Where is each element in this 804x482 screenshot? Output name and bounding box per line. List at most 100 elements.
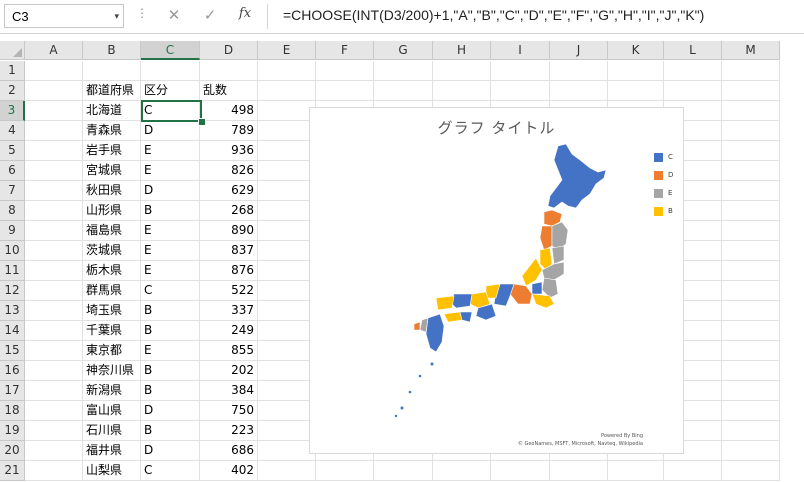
chevron-down-icon[interactable]: ▾ [114,12,119,22]
cell-b10[interactable]: 茨城県 [83,241,141,261]
row-header-5[interactable]: 5 [0,141,25,161]
cell-b6[interactable]: 宮城県 [83,161,141,181]
cell-b9[interactable]: 福島県 [83,221,141,241]
cell-b2[interactable]: 都道府県 [83,81,141,101]
cell-b4[interactable]: 青森県 [83,121,141,141]
cell-l21[interactable] [664,461,722,481]
cell-b19[interactable]: 石川県 [83,421,141,441]
cell-c5[interactable]: E [141,141,200,161]
cell-d9[interactable]: 890 [200,221,258,241]
cell-e12[interactable] [258,281,316,301]
cell-a10[interactable] [25,241,83,261]
cell-a11[interactable] [25,261,83,281]
cell-m9[interactable] [722,221,780,241]
cell-a5[interactable] [25,141,83,161]
cell-j21[interactable] [550,461,608,481]
cell-m7[interactable] [722,181,780,201]
cell-m17[interactable] [722,381,780,401]
cell-m14[interactable] [722,321,780,341]
cell-b12[interactable]: 群馬県 [83,281,141,301]
row-header-7[interactable]: 7 [0,181,25,201]
cell-b14[interactable]: 千葉県 [83,321,141,341]
cell-m18[interactable] [722,401,780,421]
cell-d20[interactable]: 686 [200,441,258,461]
column-header-j[interactable]: J [550,41,608,60]
cell-e4[interactable] [258,121,316,141]
cell-a6[interactable] [25,161,83,181]
cell-d4[interactable]: 789 [200,121,258,141]
cell-m4[interactable] [722,121,780,141]
cell-b20[interactable]: 福井県 [83,441,141,461]
cell-e14[interactable] [258,321,316,341]
cell-d13[interactable]: 337 [200,301,258,321]
cell-d6[interactable]: 826 [200,161,258,181]
cell-h1[interactable] [433,61,491,81]
cell-e13[interactable] [258,301,316,321]
map-chart[interactable]: グラフ タイトル C D E B Powered By Bing © GeoNa… [309,107,684,454]
cell-b21[interactable]: 山梨県 [83,461,141,481]
cell-h2[interactable] [433,81,491,101]
cell-c10[interactable]: E [141,241,200,261]
cell-f1[interactable] [316,61,374,81]
cell-b13[interactable]: 埼玉県 [83,301,141,321]
row-header-16[interactable]: 16 [0,361,25,381]
cell-a19[interactable] [25,421,83,441]
cell-f2[interactable] [316,81,374,101]
cell-a4[interactable] [25,121,83,141]
cell-m5[interactable] [722,141,780,161]
cell-e20[interactable] [258,441,316,461]
name-box[interactable]: C3 ▾ [4,4,124,28]
fill-handle[interactable] [198,118,206,126]
row-header-8[interactable]: 8 [0,201,25,221]
cell-g1[interactable] [374,61,433,81]
cell-c1[interactable] [141,61,200,81]
cell-d11[interactable]: 876 [200,261,258,281]
column-header-m[interactable]: M [722,41,780,60]
cell-c9[interactable]: E [141,221,200,241]
cell-d2[interactable]: 乱数 [200,81,258,101]
cell-e16[interactable] [258,361,316,381]
row-header-17[interactable]: 17 [0,381,25,401]
cell-e18[interactable] [258,401,316,421]
more-dots-icon[interactable]: ⋮ [136,6,148,20]
cell-e8[interactable] [258,201,316,221]
cell-c2[interactable]: 区分 [141,81,200,101]
row-header-13[interactable]: 13 [0,301,25,321]
cell-k21[interactable] [608,461,664,481]
insert-function-button[interactable]: fx [233,6,257,26]
cell-k2[interactable] [608,81,664,101]
cell-i2[interactable] [491,81,550,101]
cell-f21[interactable] [316,461,374,481]
cell-c18[interactable]: D [141,401,200,421]
row-header-1[interactable]: 1 [0,61,25,81]
row-header-12[interactable]: 12 [0,281,25,301]
column-header-c[interactable]: C [141,41,200,60]
row-header-9[interactable]: 9 [0,221,25,241]
cell-i21[interactable] [491,461,550,481]
cell-m12[interactable] [722,281,780,301]
cell-b7[interactable]: 秋田県 [83,181,141,201]
column-header-a[interactable]: A [25,41,83,60]
column-header-b[interactable]: B [83,41,141,60]
row-header-21[interactable]: 21 [0,461,25,481]
cell-c6[interactable]: E [141,161,200,181]
row-header-18[interactable]: 18 [0,401,25,421]
cell-e5[interactable] [258,141,316,161]
cell-e15[interactable] [258,341,316,361]
cell-c7[interactable]: D [141,181,200,201]
cell-e9[interactable] [258,221,316,241]
cell-d3[interactable]: 498 [200,101,258,121]
row-header-4[interactable]: 4 [0,121,25,141]
cell-c19[interactable]: B [141,421,200,441]
cell-m10[interactable] [722,241,780,261]
cell-e21[interactable] [258,461,316,481]
cell-d5[interactable]: 936 [200,141,258,161]
cell-a14[interactable] [25,321,83,341]
cell-b16[interactable]: 神奈川県 [83,361,141,381]
cell-e19[interactable] [258,421,316,441]
cell-m15[interactable] [722,341,780,361]
cell-e11[interactable] [258,261,316,281]
cell-b15[interactable]: 東京都 [83,341,141,361]
column-header-k[interactable]: K [608,41,664,60]
cell-c13[interactable]: B [141,301,200,321]
